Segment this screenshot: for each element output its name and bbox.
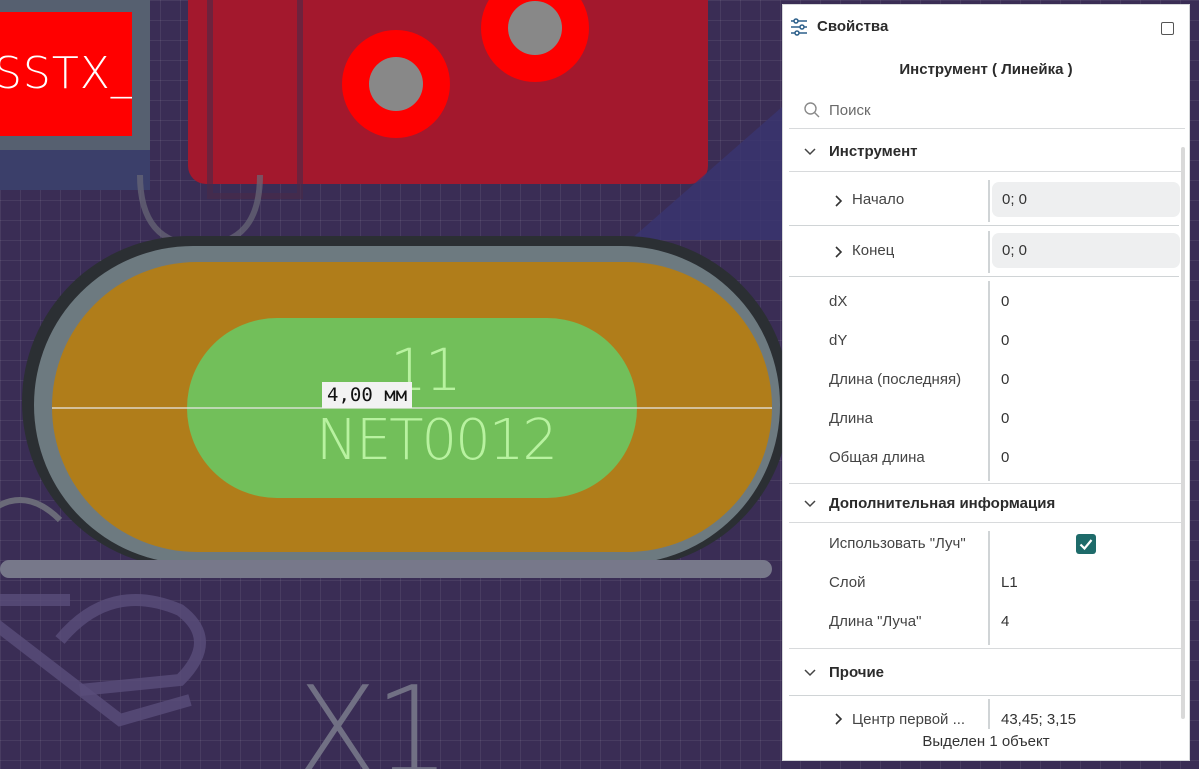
section-tool[interactable]: Инструмент bbox=[789, 132, 1185, 172]
silk-arc-left bbox=[0, 497, 63, 523]
section-additional-label: Дополнительная информация bbox=[829, 495, 1056, 512]
section-additional[interactable]: Дополнительная информация bbox=[789, 483, 1185, 523]
row-last-length-value: 0 bbox=[1001, 371, 1010, 388]
chevron-right-icon bbox=[835, 246, 843, 258]
via-2-hole bbox=[508, 1, 562, 55]
row-last-length: Длина (последняя) 0 bbox=[789, 361, 1179, 400]
row-dx: dX 0 bbox=[789, 283, 1179, 322]
silk-glyph-1 bbox=[55, 594, 206, 696]
via-1-hole bbox=[369, 57, 423, 111]
properties-panel: Свойства Инструмент ( Линейка ) Инструме… bbox=[782, 4, 1190, 761]
panel-title: Свойства bbox=[817, 18, 889, 35]
row-first-center[interactable]: Центр первой ... 43,45; 3,15 bbox=[789, 703, 1179, 733]
column-divider bbox=[988, 699, 990, 729]
column-divider bbox=[988, 531, 990, 645]
row-last-length-label: Длина (последняя) bbox=[829, 371, 962, 388]
checkmark-icon bbox=[1079, 539, 1093, 551]
row-dx-label: dX bbox=[829, 293, 848, 310]
search-bar bbox=[789, 91, 1185, 129]
start-value-field[interactable]: 0; 0 bbox=[992, 182, 1180, 217]
column-divider bbox=[988, 180, 990, 222]
row-start[interactable]: Начало 0; 0 bbox=[789, 176, 1180, 226]
silk-glyph-2 bbox=[0, 620, 192, 727]
chevron-right-icon bbox=[835, 195, 843, 207]
row-dy-label: dY bbox=[829, 332, 848, 349]
row-layer-value: L1 bbox=[1001, 574, 1018, 591]
section-other-label: Прочие bbox=[829, 664, 885, 681]
tool-title: Инструмент ( Линейка ) bbox=[899, 61, 1073, 78]
silk-arc-top bbox=[137, 174, 263, 249]
panel-scrollbar[interactable] bbox=[1181, 147, 1185, 719]
search-icon bbox=[804, 102, 820, 118]
chevron-down-icon bbox=[804, 148, 816, 156]
row-dy-value: 0 bbox=[1001, 332, 1010, 349]
section-other[interactable]: Прочие bbox=[789, 648, 1185, 696]
row-use-ray-label: Использовать "Луч" bbox=[829, 535, 966, 552]
row-end-label: Конец bbox=[852, 242, 895, 259]
pad-net-name: NET0012 bbox=[316, 408, 558, 473]
column-divider bbox=[988, 231, 990, 273]
row-dx-value: 0 bbox=[1001, 293, 1010, 310]
row-first-center-value: 43,45; 3,15 bbox=[1001, 711, 1077, 728]
row-layer: Слой L1 bbox=[789, 564, 1179, 603]
row-total-length-label: Общая длина bbox=[829, 449, 925, 466]
row-first-center-label: Центр первой ... bbox=[852, 711, 966, 728]
chevron-down-icon bbox=[804, 669, 816, 677]
row-layer-label: Слой bbox=[829, 574, 866, 591]
row-ray-length-value: 4 bbox=[1001, 613, 1010, 630]
row-length: Длина 0 bbox=[789, 400, 1179, 439]
silk-bar bbox=[0, 560, 772, 578]
row-use-ray: Использовать "Луч" bbox=[789, 525, 1179, 564]
row-length-value: 0 bbox=[1001, 410, 1010, 427]
panel-header: Свойства bbox=[783, 5, 1189, 51]
section-tool-label: Инструмент bbox=[829, 143, 918, 160]
use-ray-checkbox[interactable] bbox=[1076, 534, 1096, 554]
row-ray-length-label: Длина "Луча" bbox=[829, 613, 922, 630]
search-input[interactable] bbox=[829, 97, 1169, 123]
maximize-icon[interactable] bbox=[1161, 22, 1174, 35]
row-end[interactable]: Конец 0; 0 bbox=[789, 227, 1180, 277]
row-total-length-value: 0 bbox=[1001, 449, 1010, 466]
end-value-field[interactable]: 0; 0 bbox=[992, 233, 1180, 268]
row-length-label: Длина bbox=[829, 410, 873, 427]
sliders-icon bbox=[791, 18, 807, 36]
row-dy: dY 0 bbox=[789, 322, 1179, 361]
component-shadow bbox=[0, 150, 150, 190]
reference-designator: X1 bbox=[296, 662, 451, 769]
row-ray-length: Длина "Луча" 4 bbox=[789, 603, 1179, 642]
chevron-right-icon bbox=[835, 713, 843, 725]
component-label: SSTX_N bbox=[0, 12, 132, 136]
ruler-measurement-label: 4,00 мм bbox=[322, 382, 413, 408]
selection-status: Выделен 1 объект bbox=[922, 733, 1050, 750]
row-total-length: Общая длина 0 bbox=[789, 439, 1179, 478]
chevron-down-icon bbox=[804, 500, 816, 508]
row-start-label: Начало bbox=[852, 191, 905, 208]
